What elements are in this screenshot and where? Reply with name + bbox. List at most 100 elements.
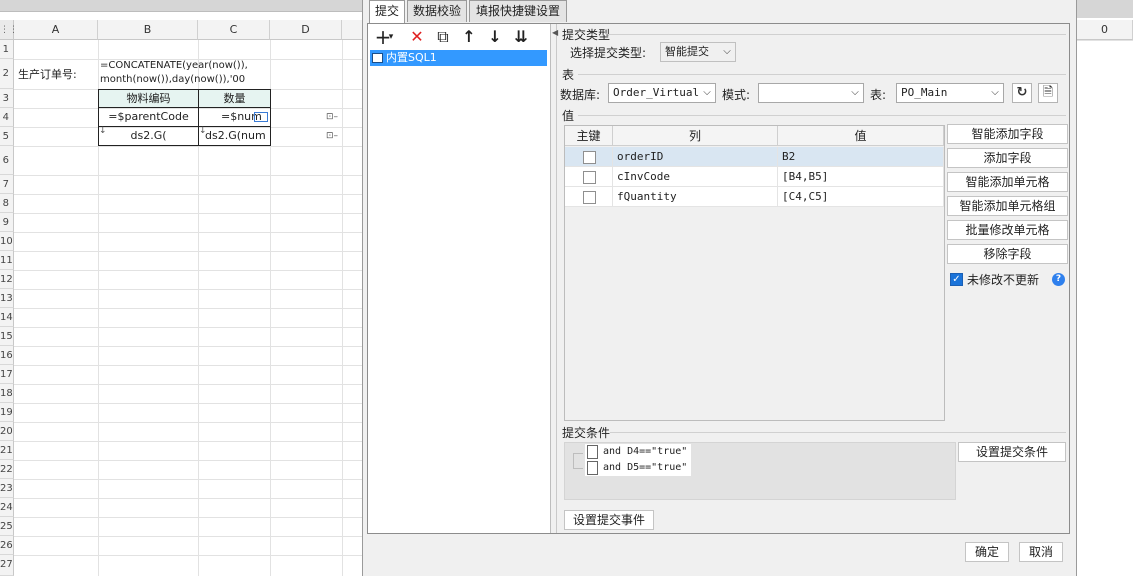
row-header[interactable]: 8 — [0, 194, 14, 213]
row-header[interactable]: 15 — [0, 327, 14, 346]
copy-icon[interactable]: ⧉ — [432, 26, 454, 48]
value-cell[interactable]: [C4,C5] — [778, 187, 944, 207]
pane-splitter[interactable] — [551, 24, 557, 533]
grid-line — [14, 555, 367, 556]
delete-icon[interactable]: ✕ — [406, 26, 428, 48]
submit-type-section-title: 提交类型 — [562, 28, 611, 42]
grid-line — [14, 175, 367, 176]
add-field-button[interactable]: 添加字段 — [947, 148, 1068, 168]
row-header[interactable]: 19 — [0, 403, 14, 422]
value-cell[interactable]: B2 — [778, 147, 944, 167]
tab-data-validation[interactable]: 数据校验 — [407, 0, 467, 22]
database-select[interactable]: Order_Virtual ⌵ — [608, 83, 716, 103]
row-header[interactable]: 23 — [0, 479, 14, 498]
cell-b5[interactable]: ds2.G( — [98, 126, 199, 146]
value-cell[interactable]: [B4,B5] — [778, 167, 944, 187]
cancel-button[interactable]: 取消 — [1019, 542, 1063, 562]
row-header[interactable]: 22 — [0, 460, 14, 479]
condition-item[interactable]: and D5=="true" — [585, 460, 692, 476]
row-header[interactable]: 3 — [0, 89, 14, 108]
refresh-icon[interactable]: ↻ — [1012, 83, 1032, 103]
primary-key-checkbox[interactable] — [583, 151, 596, 164]
row-header[interactable]: 16 — [0, 346, 14, 365]
column-header-right[interactable]: 0 — [1077, 20, 1133, 40]
condition-item[interactable]: and D4=="true" — [585, 444, 692, 460]
batch-modify-cells-button[interactable]: 批量修改单元格 — [947, 220, 1068, 240]
cell-b4[interactable]: =$parentCode — [98, 107, 199, 127]
row-header[interactable]: 18 — [0, 384, 14, 403]
schema-select[interactable]: ⌵ — [758, 83, 864, 103]
smart-add-field-button[interactable]: 智能添加字段 — [947, 124, 1068, 144]
row-header[interactable]: 1 — [0, 40, 14, 59]
add-dropdown-icon[interactable]: ▾ — [386, 26, 396, 48]
smart-add-cell-button[interactable]: 智能添加单元格 — [947, 172, 1068, 192]
preview-table-icon[interactable]: 🗎 — [1038, 83, 1058, 103]
primary-key-checkbox[interactable] — [583, 191, 596, 204]
table-row[interactable]: fQuantity [C4,C5] — [565, 187, 944, 207]
row-header[interactable]: 12 — [0, 270, 14, 289]
cell-b3[interactable]: 物料编码 — [98, 89, 199, 108]
row-header[interactable]: 13 — [0, 289, 14, 308]
no-update-unmodified-checkbox[interactable]: ✓ — [950, 273, 963, 286]
column-header-column[interactable]: 列 — [613, 126, 778, 146]
row-header[interactable]: 11 — [0, 251, 14, 270]
table-select[interactable]: PO_Main ⌵ — [896, 83, 1004, 103]
grid-line — [14, 194, 367, 195]
column-header-b[interactable]: B — [98, 20, 198, 40]
row-header[interactable]: 14 — [0, 308, 14, 327]
smart-add-cell-group-button[interactable]: 智能添加单元格组 — [947, 196, 1068, 216]
tree-item-builtin-sql[interactable]: 内置SQL1 — [370, 50, 547, 66]
primary-key-cell — [565, 147, 613, 167]
remove-field-button[interactable]: 移除字段 — [947, 244, 1068, 264]
column-cell[interactable]: cInvCode — [613, 167, 778, 187]
table-row[interactable]: cInvCode [B4,B5] — [565, 167, 944, 187]
table-value: PO_Main — [901, 86, 948, 99]
cell-b2-formula-line2[interactable]: month(now()),day(now()),'00 — [100, 74, 270, 88]
help-icon[interactable]: ? — [1052, 273, 1065, 286]
cell-b2-formula-line1[interactable]: =CONCATENATE(year(now()), — [100, 60, 270, 74]
ok-button[interactable]: 确定 — [965, 542, 1009, 562]
submit-settings-dialog: 提交 数据校验 填报快捷键设置 + ▾ ✕ ⧉ ↑ ↓ ⇊ 内置SQL1 ◀ 提… — [362, 0, 1077, 576]
move-up-icon[interactable]: ↑ — [458, 26, 480, 48]
row-header[interactable]: 6 — [0, 146, 14, 175]
column-header-c[interactable]: C — [198, 20, 270, 40]
row-header[interactable]: 4 — [0, 108, 14, 127]
column-header-value[interactable]: 值 — [778, 126, 944, 146]
row-header[interactable]: 26 — [0, 536, 14, 555]
row-header[interactable]: 17 — [0, 365, 14, 384]
primary-key-checkbox[interactable] — [583, 171, 596, 184]
move-bottom-icon[interactable]: ⇊ — [510, 26, 532, 48]
database-label: 数据库: — [560, 88, 601, 102]
row-header[interactable]: 5 — [0, 127, 14, 146]
divider — [610, 432, 1066, 433]
row-header[interactable]: 9 — [0, 213, 14, 232]
row-header[interactable]: 7 — [0, 175, 14, 194]
tab-shortcut-settings[interactable]: 填报快捷键设置 — [469, 0, 567, 22]
checkbox-widget-icon[interactable]: ⊡– — [326, 131, 338, 141]
checkbox-widget-icon[interactable]: ⊡– — [326, 112, 338, 122]
row-header[interactable]: 10 — [0, 232, 14, 251]
expand-down-icon: ↓ — [99, 126, 107, 136]
table-row[interactable]: orderID B2 — [565, 147, 944, 167]
column-header-primary-key[interactable]: 主键 — [565, 126, 613, 146]
tab-submit[interactable]: 提交 — [369, 0, 405, 23]
cell-c3[interactable]: 数量 — [198, 89, 271, 108]
row-header[interactable]: 25 — [0, 517, 14, 536]
column-header-a[interactable]: A — [14, 20, 98, 40]
cell-a2[interactable]: 生产订单号: — [18, 66, 98, 82]
set-submit-event-button[interactable]: 设置提交事件 — [564, 510, 654, 530]
move-down-icon[interactable]: ↓ — [484, 26, 506, 48]
cell-c5[interactable]: ds2.G(num — [198, 126, 271, 146]
row-header[interactable]: 24 — [0, 498, 14, 517]
set-submit-condition-button[interactable]: 设置提交条件 — [958, 442, 1066, 462]
column-header-d[interactable]: D — [270, 20, 342, 40]
row-header[interactable]: 27 — [0, 555, 14, 576]
column-cell[interactable]: orderID — [613, 147, 778, 167]
sheet-corner[interactable]: ⋮⋮ — [0, 20, 18, 40]
submit-type-select[interactable]: 智能提交 ⌵ — [660, 42, 736, 62]
row-header[interactable]: 2 — [0, 59, 14, 89]
condition-bracket — [573, 453, 583, 469]
row-header[interactable]: 20 — [0, 422, 14, 441]
row-header[interactable]: 21 — [0, 441, 14, 460]
column-cell[interactable]: fQuantity — [613, 187, 778, 207]
